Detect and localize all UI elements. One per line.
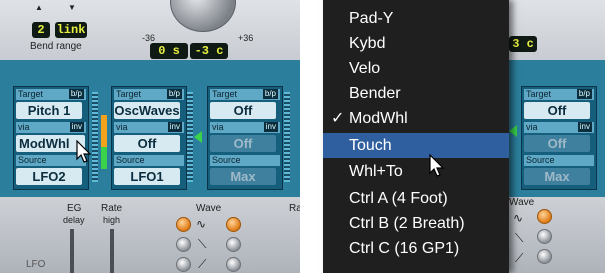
menu-item-label: Ctrl C (16 GP1) bbox=[349, 240, 460, 257]
wave-select-2[interactable] bbox=[226, 217, 241, 232]
intensity-marker-green bbox=[101, 147, 107, 169]
ramp-up-icon: ⟋ bbox=[198, 257, 207, 271]
menu-item-ctrl-c[interactable]: Ctrl C (16 GP1) bbox=[323, 236, 509, 261]
rate-fader-track[interactable] bbox=[110, 229, 114, 273]
rate-label: Rate bbox=[101, 203, 123, 214]
mod-slot-1: Target b/p Pitch 1 via inv ModWhl Source… bbox=[13, 86, 89, 190]
source-label[interactable]: Source bbox=[524, 155, 594, 166]
menu-item-modwhl[interactable]: ✓ ModWhl bbox=[323, 106, 509, 131]
mod-amount-slider-1[interactable] bbox=[92, 92, 98, 182]
menu-item-whl-to[interactable]: Whl+To bbox=[323, 159, 509, 184]
slider-pointer-icon bbox=[509, 125, 517, 137]
tune-display-left: 0 s bbox=[150, 43, 188, 59]
mouse-pointer-icon bbox=[429, 154, 445, 177]
menu-item-label: ModWhl bbox=[349, 110, 408, 127]
bend-range-value[interactable]: 2 bbox=[32, 22, 50, 38]
menu-item-label: Kybd bbox=[349, 35, 386, 52]
wave-select-2[interactable] bbox=[537, 209, 552, 224]
menu-item-label: Pad-Y bbox=[349, 10, 394, 27]
menu-item-touch[interactable]: Touch bbox=[323, 133, 509, 158]
up-arrow-icon[interactable]: ▲ bbox=[35, 3, 43, 12]
intensity-marker bbox=[101, 115, 107, 147]
wave-select-4[interactable] bbox=[537, 229, 552, 244]
source-value[interactable]: LFO1 bbox=[114, 168, 180, 185]
down-arrow-icon[interactable]: ▼ bbox=[68, 3, 76, 12]
slider-pointer-icon bbox=[194, 131, 202, 143]
inv-toggle[interactable]: inv bbox=[69, 122, 84, 132]
menu-item-velo[interactable]: Velo bbox=[323, 56, 509, 81]
inv-toggle[interactable]: inv bbox=[167, 122, 182, 132]
wave-label: Wave bbox=[196, 203, 222, 214]
target-value[interactable]: OscWaves bbox=[114, 102, 180, 119]
via-value[interactable]: Off bbox=[114, 135, 180, 152]
mod-slot: Target b/p Off via inv Off Source Max bbox=[521, 86, 597, 190]
eg-label: EG bbox=[67, 203, 82, 214]
bp-toggle[interactable]: b/p bbox=[68, 89, 84, 99]
target-value[interactable]: Off bbox=[524, 102, 590, 119]
menu-item-ctrl-b[interactable]: Ctrl B (2 Breath) bbox=[323, 211, 509, 236]
source-value[interactable]: Max bbox=[524, 168, 590, 185]
scale-mark-right: +36 bbox=[238, 33, 254, 43]
menu-item-pad-y[interactable]: Pad-Y bbox=[323, 6, 509, 31]
via-value[interactable]: Off bbox=[210, 135, 276, 152]
scale-mark-left: -36 bbox=[142, 33, 156, 43]
ramp-up-icon: ⟋ bbox=[515, 251, 524, 265]
high-label: high bbox=[103, 215, 121, 225]
menu-item-label: Ctrl A (4 Foot) bbox=[349, 190, 448, 207]
wave-select-6[interactable] bbox=[226, 257, 241, 272]
menu-item-kybd[interactable]: Kybd bbox=[323, 31, 509, 56]
checkmark-icon: ✓ bbox=[331, 110, 345, 127]
menu-item-label: Velo bbox=[349, 60, 381, 77]
source-label[interactable]: Source bbox=[210, 155, 280, 166]
wave-select-4[interactable] bbox=[226, 237, 241, 252]
via-value[interactable]: ModWhl bbox=[16, 135, 85, 152]
mod-amount-slider-3[interactable] bbox=[284, 92, 290, 182]
menu-item-label: Ctrl B (2 Breath) bbox=[349, 215, 465, 232]
delay-fader-track[interactable] bbox=[70, 229, 74, 273]
wave-select-1[interactable] bbox=[176, 217, 191, 232]
tune-display-right: -3 c bbox=[190, 43, 228, 59]
target-value[interactable]: Off bbox=[210, 102, 276, 119]
bp-toggle[interactable]: b/p bbox=[166, 89, 182, 99]
mod-amount-slider-2[interactable] bbox=[187, 92, 193, 182]
inv-toggle[interactable]: inv bbox=[577, 122, 592, 132]
source-label[interactable]: Source bbox=[114, 155, 184, 166]
bp-toggle[interactable]: b/p bbox=[576, 89, 592, 99]
mouse-pointer-icon bbox=[76, 140, 92, 163]
menu-item-label: Bender bbox=[349, 85, 401, 102]
tune-display-partial: 3 c bbox=[509, 36, 537, 52]
inv-toggle[interactable]: inv bbox=[263, 122, 278, 132]
bend-range-link[interactable]: link bbox=[55, 22, 87, 38]
via-value[interactable]: Off bbox=[524, 135, 590, 152]
menu-item-ctrl-a[interactable]: Ctrl A (4 Foot) bbox=[323, 186, 509, 211]
menu-item-label: Whl+To bbox=[349, 163, 403, 180]
bend-range-label: Bend range bbox=[30, 41, 82, 52]
menu-item-label: Touch bbox=[349, 137, 392, 154]
ramp-down-icon: ⟍ bbox=[198, 237, 207, 251]
delay-label: delay bbox=[63, 215, 85, 225]
rate-label-partial: Ra bbox=[289, 203, 300, 214]
lfo-label: LFO bbox=[26, 259, 46, 270]
wave-select-3[interactable] bbox=[176, 237, 191, 252]
mod-slot-3: Target b/p Off via inv Off Source Max bbox=[207, 86, 283, 190]
wave-select-5[interactable] bbox=[176, 257, 191, 272]
source-value[interactable]: Max bbox=[210, 168, 276, 185]
es2-synth-panel-left: ▲ ▼ 2 link Bend range -36 +36 0 s -3 c T… bbox=[0, 0, 300, 273]
via-source-dropdown-menu: Pad-Y Kybd Velo Bender ✓ ModWhl Touch Wh… bbox=[323, 0, 509, 273]
source-value[interactable]: LFO2 bbox=[16, 168, 82, 185]
mod-slot-2: Target b/p OscWaves via inv Off Source L… bbox=[111, 86, 187, 190]
menu-item-bender[interactable]: Bender bbox=[323, 81, 509, 106]
ramp-down-icon: ⟍ bbox=[515, 231, 524, 245]
wave-label: Wave bbox=[509, 197, 535, 208]
bp-toggle[interactable]: b/p bbox=[262, 89, 278, 99]
lfo-section: EG delay Rate high Wave Ra LFO ∿ ⟍ ⟋ bbox=[0, 197, 300, 273]
sine-wave-icon: ∿ bbox=[196, 217, 207, 231]
target-value[interactable]: Pitch 1 bbox=[16, 102, 82, 119]
sine-wave-icon: ∿ bbox=[513, 211, 524, 225]
wave-select-6[interactable] bbox=[537, 249, 552, 264]
